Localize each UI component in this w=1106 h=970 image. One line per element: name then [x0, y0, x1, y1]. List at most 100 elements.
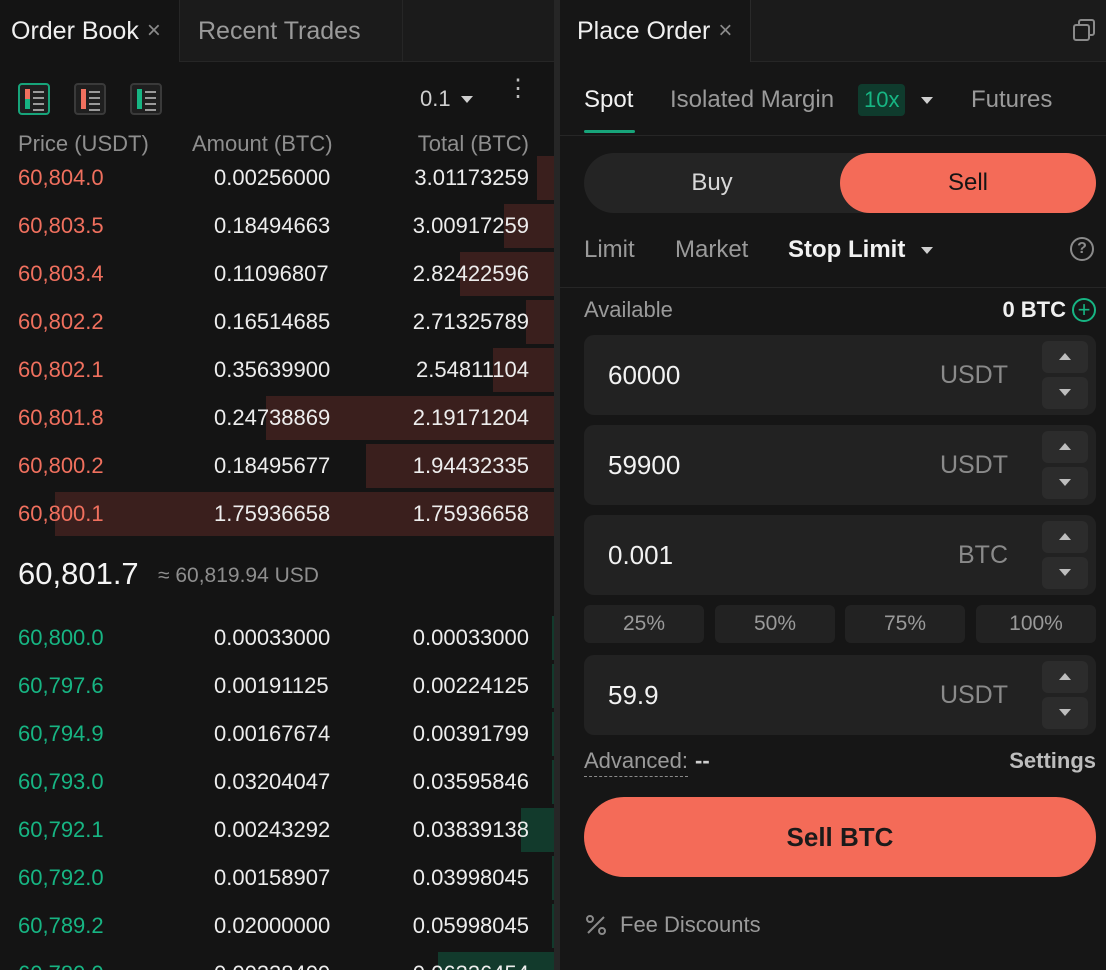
increment-button[interactable] — [1042, 431, 1088, 463]
amount-cell: 0.03204047 — [214, 769, 331, 794]
percent-25-button[interactable]: 25% — [584, 605, 704, 643]
total-cell: 3.01173259 — [414, 165, 529, 190]
caret-down-icon[interactable] — [921, 97, 933, 104]
order-type-market[interactable]: Market — [675, 236, 748, 264]
depth-bar — [526, 300, 554, 344]
price-cell: 60,792.0 — [18, 865, 104, 890]
mode-spot-tab[interactable]: Spot — [584, 86, 633, 114]
ask-row[interactable]: 60,802.2 0.16514685 2.71325789 — [0, 298, 554, 346]
precision-value: 0.1 — [420, 86, 451, 111]
mode-isolated-margin-tab[interactable]: Isolated Margin — [670, 86, 834, 114]
mode-futures-tab[interactable]: Futures — [971, 86, 1052, 114]
chevron-up-icon — [1059, 533, 1071, 540]
price-cell: 60,802.1 — [18, 357, 104, 382]
amount-cell: 0.00158907 — [214, 865, 331, 890]
caret-down-icon[interactable] — [921, 247, 933, 254]
stop-price-input[interactable] — [608, 360, 908, 391]
ask-row[interactable]: 60,800.2 0.18495677 1.94432335 — [0, 442, 554, 490]
increment-button[interactable] — [1042, 341, 1088, 373]
total-unit: USDT — [939, 681, 1008, 709]
view-both-icon[interactable] — [18, 83, 50, 115]
decrement-button[interactable] — [1042, 467, 1088, 499]
ask-row[interactable]: 60,802.1 0.35639900 2.54811104 — [0, 346, 554, 394]
bid-row[interactable]: 60,794.9 0.00167674 0.00391799 — [0, 710, 554, 758]
price-cell: 60,780.0 — [18, 961, 104, 970]
buy-button[interactable]: Buy — [584, 153, 840, 213]
percent-75-button[interactable]: 75% — [845, 605, 965, 643]
amount-input[interactable] — [608, 540, 908, 571]
price-cell: 60,797.6 — [18, 673, 104, 698]
bid-row[interactable]: 60,800.0 0.00033000 0.00033000 — [0, 614, 554, 662]
order-type-stop-limit[interactable]: Stop Limit — [788, 236, 905, 264]
price-cell: 60,801.8 — [18, 405, 104, 430]
view-sells-icon[interactable] — [74, 83, 106, 115]
view-buys-icon[interactable] — [130, 83, 162, 115]
more-options-icon[interactable]: ⋮ — [506, 77, 530, 101]
decrement-button[interactable] — [1042, 697, 1088, 729]
total-input[interactable] — [608, 680, 908, 711]
amount-cell: 0.00191125 — [214, 673, 329, 698]
percent-50-button[interactable]: 50% — [715, 605, 835, 643]
total-cell: 2.82422596 — [412, 261, 529, 286]
amount-cell: 0.24738869 — [214, 405, 331, 430]
total-cell: 0.03998045 — [412, 865, 529, 890]
limit-price-input[interactable] — [608, 450, 908, 481]
tab-recent-trades[interactable]: Recent Trades — [181, 0, 403, 62]
chevron-up-icon — [1059, 443, 1071, 450]
chevron-down-icon — [1059, 569, 1071, 576]
tab-recent-trades-label: Recent Trades — [198, 16, 361, 45]
total-cell: 0.00033000 — [412, 625, 529, 650]
fee-discounts-link[interactable]: Fee Discounts — [620, 912, 761, 938]
place-order-panel: Place Order × Spot Isolated Margin 10x F… — [560, 0, 1106, 970]
total-cell: 2.54811104 — [416, 357, 529, 382]
advanced-label[interactable]: Advanced: — [584, 748, 688, 777]
tab-order-book[interactable]: Order Book × — [0, 0, 180, 62]
ask-row[interactable]: 60,803.5 0.18494663 3.00917259 — [0, 202, 554, 250]
ask-row[interactable]: 60,804.0 0.00256000 3.01173259 — [0, 154, 554, 202]
amount-cell: 0.00033000 — [214, 625, 331, 650]
sell-button[interactable]: Sell — [840, 153, 1096, 213]
close-icon[interactable]: × — [718, 17, 732, 45]
bid-row[interactable]: 60,792.1 0.00243292 0.03839138 — [0, 806, 554, 854]
stop-price-unit: USDT — [939, 361, 1008, 389]
increment-button[interactable] — [1042, 521, 1088, 553]
ask-row[interactable]: 60,801.8 0.24738869 2.19171204 — [0, 394, 554, 442]
bid-row[interactable]: 60,793.0 0.03204047 0.03595846 — [0, 758, 554, 806]
help-icon[interactable]: ? — [1070, 237, 1094, 261]
ask-row[interactable]: 60,803.4 0.11096807 2.82422596 — [0, 250, 554, 298]
tab-place-order[interactable]: Place Order × — [560, 0, 751, 62]
percent-100-button[interactable]: 100% — [976, 605, 1096, 643]
popout-icon[interactable] — [1072, 18, 1096, 42]
total-cell: 0.00391799 — [412, 721, 529, 746]
percent-icon — [586, 915, 606, 935]
add-funds-icon[interactable]: + — [1072, 298, 1096, 322]
price-cell: 60,802.2 — [18, 309, 104, 334]
tab-order-book-label: Order Book — [11, 16, 139, 45]
precision-dropdown[interactable]: 0.1 — [420, 86, 473, 112]
close-icon[interactable]: × — [147, 17, 161, 45]
bid-row[interactable]: 60,780.0 0.00338409 0.06336454 — [0, 950, 554, 970]
total-cell: 0.06336454 — [413, 961, 529, 970]
settings-link[interactable]: Settings — [1009, 748, 1096, 774]
bid-row[interactable]: 60,789.2 0.02000000 0.05998045 — [0, 902, 554, 950]
total-cell: 2.19171204 — [412, 405, 529, 430]
amount-cell: 0.00243292 — [214, 817, 331, 842]
caret-down-icon — [460, 95, 473, 103]
last-price: 60,801.7 — [18, 556, 139, 591]
price-cell: 60,800.1 — [18, 501, 104, 526]
chevron-up-icon — [1059, 673, 1071, 680]
amount-field: BTC — [584, 515, 1096, 595]
total-cell: 0.05998045 — [412, 913, 529, 938]
decrement-button[interactable] — [1042, 377, 1088, 409]
sell-btc-button[interactable]: Sell BTC — [584, 797, 1096, 877]
total-field: USDT — [584, 655, 1096, 735]
chevron-down-icon — [1059, 709, 1071, 716]
increment-button[interactable] — [1042, 661, 1088, 693]
bid-row[interactable]: 60,797.6 0.00191125 0.00224125 — [0, 662, 554, 710]
ask-row[interactable]: 60,800.1 1.75936658 1.75936658 — [0, 490, 554, 538]
amount-cell: 0.00256000 — [214, 165, 331, 190]
order-type-limit[interactable]: Limit — [584, 236, 635, 264]
bid-row[interactable]: 60,792.0 0.00158907 0.03998045 — [0, 854, 554, 902]
decrement-button[interactable] — [1042, 557, 1088, 589]
leverage-badge[interactable]: 10x — [858, 84, 906, 116]
